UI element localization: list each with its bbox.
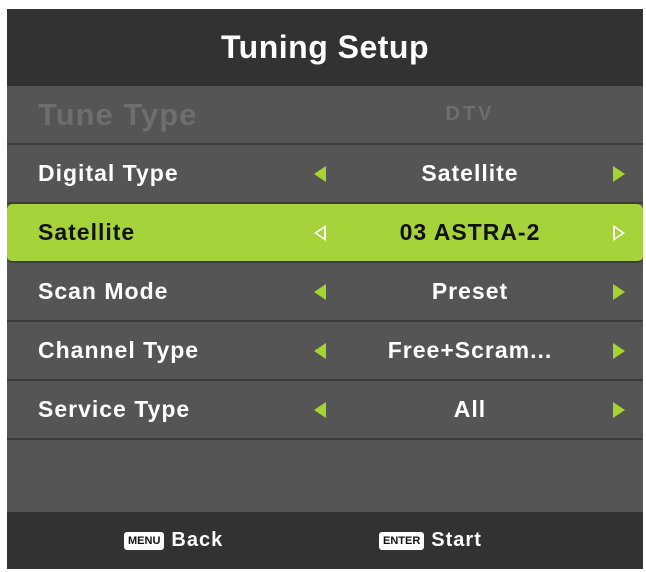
service-type-label: Service Type [38, 396, 191, 422]
menu-row-digital-type[interactable]: Digital Type Satellite [7, 145, 643, 204]
left-arrow-icon[interactable] [314, 402, 326, 418]
digital-type-value: Satellite [421, 160, 519, 186]
left-arrow-icon[interactable] [314, 225, 326, 241]
tune-type-label: Tune Type [38, 97, 198, 132]
start-hint[interactable]: ENTER Start [379, 512, 482, 569]
left-arrow-icon[interactable] [314, 343, 326, 359]
digital-type-label: Digital Type [38, 160, 179, 186]
right-arrow-icon[interactable] [613, 343, 625, 359]
left-arrow-icon[interactable] [314, 166, 326, 182]
right-arrow-icon[interactable] [613, 166, 625, 182]
menu-row-channel-type[interactable]: Channel Type Free+Scram... [7, 322, 643, 381]
menu-title: Tuning Setup [7, 9, 643, 86]
menu-row-satellite[interactable]: Satellite 03 ASTRA-2 [7, 204, 643, 263]
service-type-value: All [453, 396, 487, 422]
right-arrow-icon[interactable] [613, 225, 625, 241]
scan-mode-label: Scan Mode [38, 278, 169, 304]
right-arrow-icon[interactable] [613, 402, 625, 418]
satellite-value: 03 ASTRA-2 [399, 219, 541, 245]
right-arrow-icon[interactable] [613, 284, 625, 300]
menu-row-service-type[interactable]: Service Type All [7, 381, 643, 440]
channel-type-label: Channel Type [38, 337, 200, 363]
menu-row-tune-type: Tune Type DTV [7, 86, 643, 145]
tune-type-value: DTV [445, 103, 495, 125]
left-arrow-icon[interactable] [314, 284, 326, 300]
start-label: Start [431, 529, 482, 551]
channel-type-value: Free+Scram... [387, 337, 553, 363]
empty-row [7, 440, 643, 498]
menu-key-icon: MENU [124, 531, 165, 550]
enter-key-icon: ENTER [379, 531, 425, 550]
tuning-setup-menu: Tuning Setup Tune Type DTV Digital Type … [7, 9, 643, 569]
satellite-label: Satellite [38, 219, 136, 245]
back-hint[interactable]: MENU Back [124, 512, 223, 569]
back-label: Back [171, 529, 224, 551]
scan-mode-value: Preset [431, 278, 509, 304]
menu-row-scan-mode[interactable]: Scan Mode Preset [7, 263, 643, 322]
menu-footer: MENU Back ENTER Start [7, 512, 643, 569]
